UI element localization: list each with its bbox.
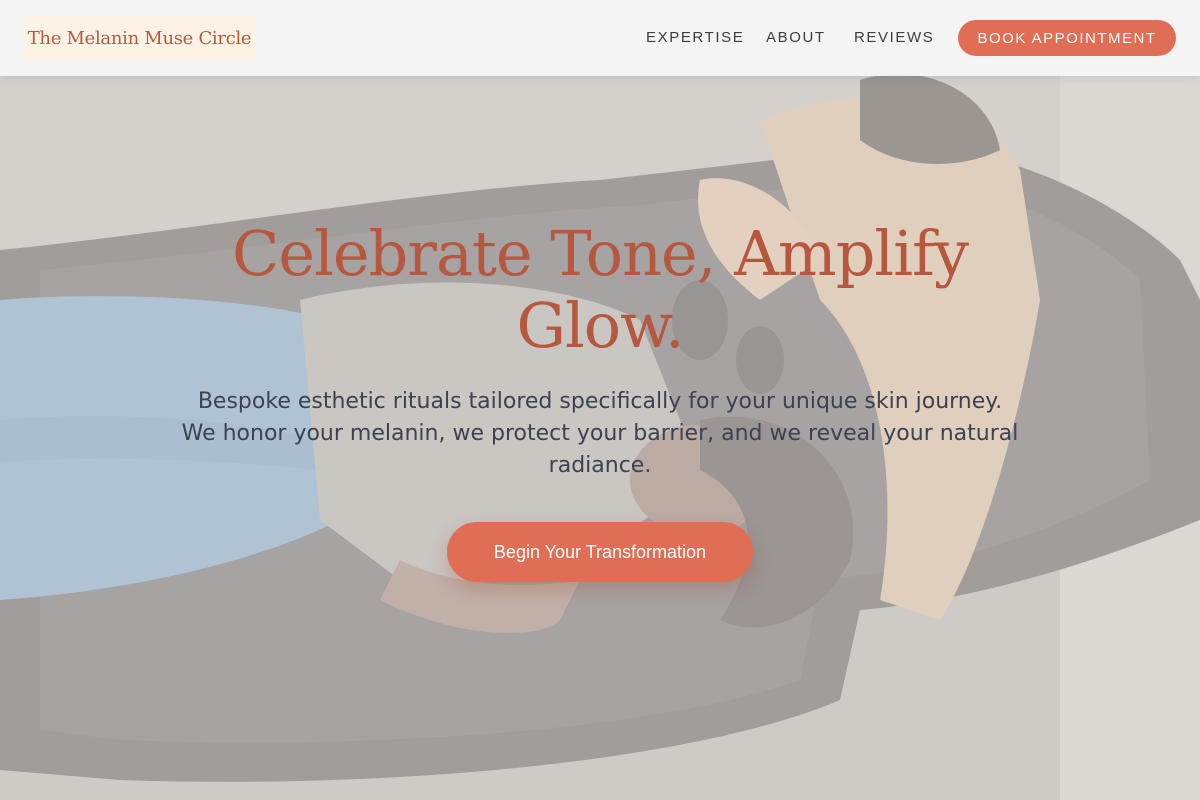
nav-link-about[interactable]: ABOUT — [766, 29, 826, 46]
begin-transformation-button[interactable]: Begin Your Transformation — [447, 522, 753, 582]
hero-headline-line-1: Celebrate Tone, Amplify — [231, 217, 969, 290]
hero-description-line-2: We honor your melanin, we protect your b… — [181, 421, 1019, 446]
hero-headline-line-2: Glow. — [516, 289, 684, 362]
nav-link-expertise[interactable]: EXPERTISE — [646, 29, 744, 46]
brand-logo[interactable]: The Melanin Muse Circle — [24, 16, 255, 60]
site-header: The Melanin Muse Circle EXPERTISE ABOUT … — [0, 0, 1200, 76]
nav-link-reviews[interactable]: REVIEWS — [854, 29, 934, 46]
book-appointment-button[interactable]: BOOK APPOINTMENT — [958, 20, 1176, 56]
hero-headline: Celebrate Tone, Amplify Glow. — [150, 218, 1050, 362]
hero-description-line-1: Bespoke esthetic rituals tailored specif… — [197, 389, 1003, 414]
hero-description: Bespoke esthetic rituals tailored specif… — [160, 386, 1040, 482]
hero-description-line-3: radiance. — [548, 453, 652, 478]
